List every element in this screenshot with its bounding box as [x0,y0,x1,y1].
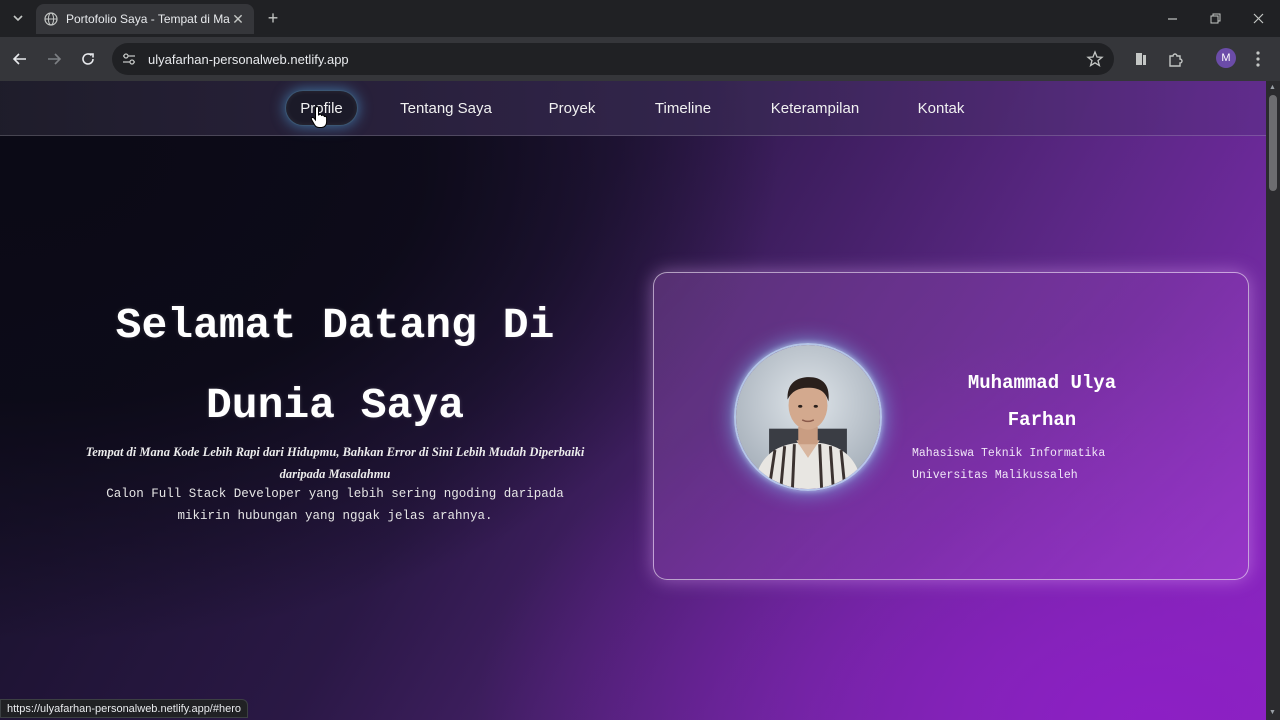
scroll-up-icon[interactable]: ▲ [1269,84,1277,92]
profile-photo-illustration [736,345,880,489]
back-button[interactable] [8,47,32,71]
page-scrollbar[interactable]: ▲ ▼ [1266,81,1280,720]
minimize-button[interactable] [1150,0,1194,36]
profile-card: Muhammad Ulya Farhan Mahasiswa Teknik In… [653,272,1249,580]
extensions-button[interactable] [1166,49,1186,69]
minimize-icon [1167,17,1177,20]
hero-description-line: mikirin hubungan yang nggak jelas arahny… [177,509,493,523]
status-bar-url: https://ulyafarhan-personalweb.netlify.a… [0,699,248,718]
nav-link-proyek[interactable]: Proyek [537,90,607,126]
star-icon[interactable] [1086,50,1104,68]
hero-title-line: Dunia Saya [205,381,465,430]
hero-tagline-line: daripada Masalahmu [279,467,391,481]
globe-icon [44,12,58,26]
profile-name: Muhammad Ulya Farhan [932,365,1152,439]
profile-role: Mahasiswa Teknik Informatika Universitas… [912,443,1202,487]
browser-menu-button[interactable] [1250,48,1266,70]
reading-list-button[interactable] [1131,49,1151,69]
profile-role-line: Universitas Malikussaleh [912,469,1078,482]
hero-tagline: Tempat di Mana Kode Lebih Rapi dari Hidu… [60,441,610,485]
restore-icon [1210,13,1220,23]
nav-link-timeline[interactable]: Timeline [643,90,723,126]
reload-icon [82,53,94,65]
tune-icon[interactable] [122,52,136,66]
reload-button[interactable] [76,47,100,71]
page-viewport: Profile Tentang Saya Proyek Timeline Ket… [0,81,1266,720]
scrollbar-thumb[interactable] [1269,95,1277,191]
browser-tabstrip: Portofolio Saya - Tempat di Ma ✕ + [0,0,1280,37]
hand-cursor-icon [310,105,328,128]
forward-button[interactable] [42,47,66,71]
arrow-left-icon [12,53,26,65]
browser-toolbar: ulyafarhan-personalweb.netlify.app M [0,37,1280,81]
profile-photo [734,343,882,491]
hero-description: Calon Full Stack Developer yang lebih se… [60,483,610,527]
nav-link-kontak[interactable]: Kontak [906,90,976,126]
close-tab-icon[interactable]: ✕ [230,11,246,28]
browser-tab[interactable]: Portofolio Saya - Tempat di Ma ✕ [36,4,254,34]
arrow-right-icon [48,53,62,65]
more-vert-icon [1256,51,1260,67]
scroll-down-icon[interactable]: ▼ [1269,709,1277,717]
tab-title: Portofolio Saya - Tempat di Ma [66,12,230,26]
profile-avatar[interactable]: M [1216,48,1236,68]
nav-link-keterampilan[interactable]: Keterampilan [759,90,871,126]
site-navbar: Profile Tentang Saya Proyek Timeline Ket… [0,81,1266,136]
address-bar[interactable]: ulyafarhan-personalweb.netlify.app [112,43,1114,75]
profile-role-line: Mahasiswa Teknik Informatika [912,447,1106,460]
restore-button[interactable] [1193,0,1237,36]
close-icon [1253,13,1263,23]
profile-name-line: Muhammad Ulya [967,372,1117,394]
tab-search-button[interactable] [6,7,30,29]
reading-list-icon [1136,53,1146,65]
chevron-down-icon [13,15,23,22]
profile-name-line: Farhan [1007,409,1077,431]
close-window-button[interactable] [1236,0,1280,36]
address-url: ulyafarhan-personalweb.netlify.app [148,51,349,67]
hero-tagline-line: Tempat di Mana Kode Lebih Rapi dari Hidu… [85,445,585,459]
hero-title: Selamat Datang Di Dunia Saya [40,286,630,446]
puzzle-icon [1169,53,1183,67]
hero-title-line: Selamat Datang Di [115,301,555,350]
nav-link-tentang-saya[interactable]: Tentang Saya [390,90,502,126]
new-tab-button[interactable]: + [262,7,284,29]
hero-description-line: Calon Full Stack Developer yang lebih se… [106,487,564,501]
